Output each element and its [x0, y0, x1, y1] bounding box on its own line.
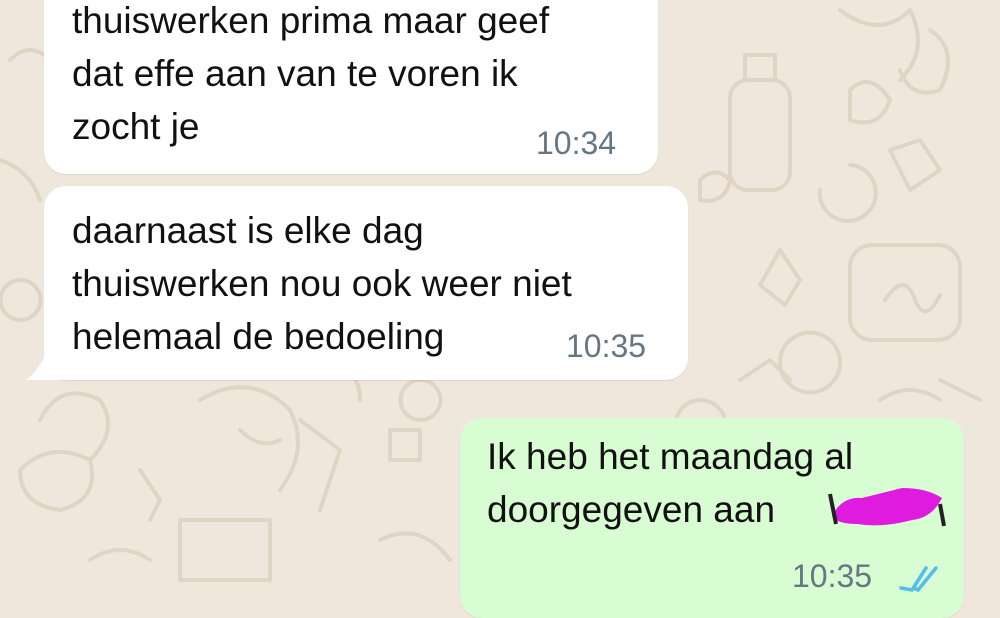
message-text: thuiswerken prima maar geef dat effe aan…: [72, 0, 550, 147]
message-text: Ik heb het maandag al doorgegeven aan: [487, 436, 854, 530]
double-check-read-icon: [899, 566, 938, 593]
message-bubble-incoming[interactable]: daarnaast is elke dag thuiswerken nou oo…: [44, 186, 688, 380]
message-timestamp: 10:35: [792, 558, 873, 594]
message-timestamp: 10:35: [566, 328, 647, 364]
message-text: daarnaast is elke dag thuiswerken nou oo…: [72, 210, 572, 357]
message-bubble-outgoing[interactable]: Ik heb het maandag al doorgegeven aan 10…: [460, 418, 964, 618]
bubble-tail: [26, 344, 62, 380]
redaction-scribble: [828, 488, 946, 527]
message-timestamp: 10:34: [536, 125, 617, 161]
message-bubble-incoming[interactable]: thuiswerken prima maar geef dat effe aan…: [44, 0, 658, 174]
